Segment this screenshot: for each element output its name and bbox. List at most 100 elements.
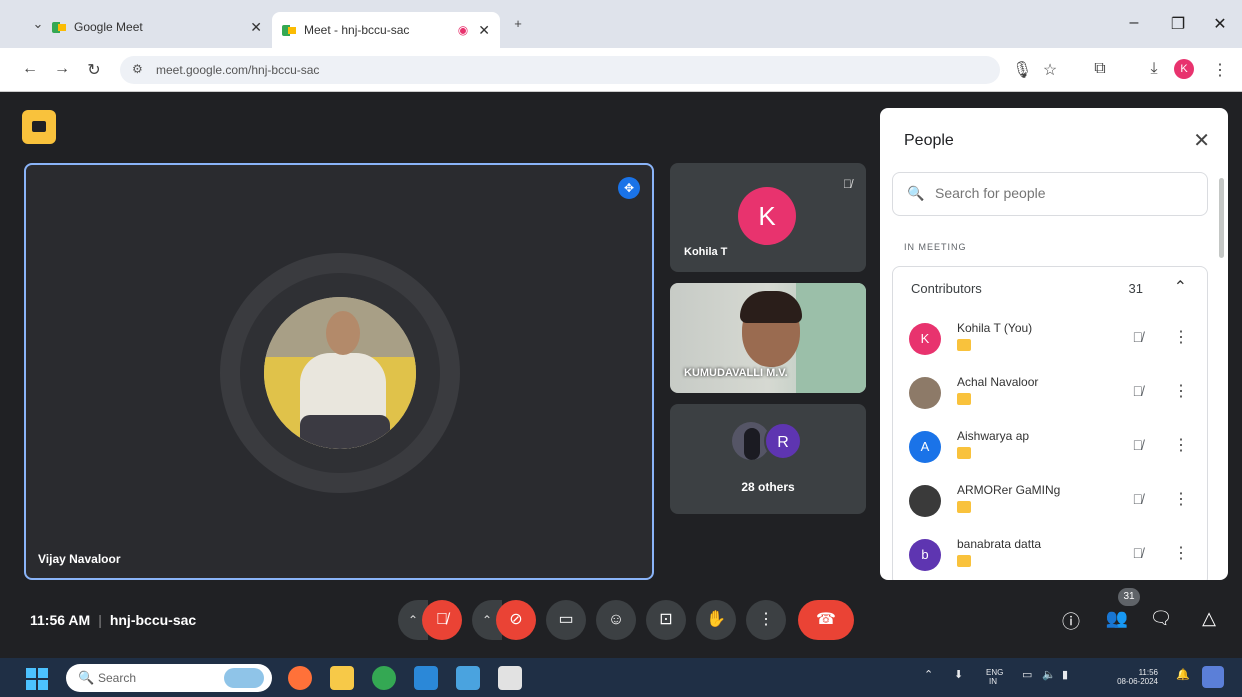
mic-off-icon[interactable]: 🎙̸ bbox=[1133, 329, 1144, 345]
mic-off-icon[interactable]: 🎙̸ bbox=[1133, 491, 1144, 507]
tab-meet-active[interactable]: Meet - hnj-bccu-sac ◉ ✕ bbox=[272, 12, 500, 48]
restore-icon[interactable]: ❐ bbox=[1168, 14, 1188, 34]
language-indicator[interactable]: ENG IN bbox=[986, 668, 1003, 686]
more-options-icon[interactable]: ⋮ bbox=[1173, 435, 1189, 455]
people-search[interactable]: 🔍 bbox=[892, 172, 1208, 216]
app-icon[interactable] bbox=[414, 666, 438, 690]
forward-icon[interactable]: → bbox=[52, 60, 72, 78]
photos-icon[interactable] bbox=[456, 666, 480, 690]
more-options-icon[interactable]: ⋮ bbox=[1173, 543, 1189, 563]
participant-name: ARMORer GaMINg bbox=[957, 483, 1061, 497]
meet-badge-icon bbox=[957, 555, 971, 567]
search-icon: 🔍 bbox=[907, 185, 925, 201]
back-icon[interactable]: ← bbox=[20, 60, 40, 78]
participant-video: KUMUDAVALLI M.V. bbox=[670, 283, 866, 393]
tab-google-meet[interactable]: Google Meet ✕ bbox=[52, 12, 262, 42]
mic-off-icon[interactable]: 🎙̸ bbox=[1133, 545, 1144, 561]
close-tab-icon[interactable]: ✕ bbox=[250, 19, 262, 36]
tab-title: Meet - hnj-bccu-sac bbox=[304, 23, 410, 37]
present-button[interactable]: ⊡ bbox=[646, 600, 686, 640]
minimize-icon[interactable]: – bbox=[1124, 14, 1144, 32]
search-highlight-art bbox=[224, 668, 264, 688]
meet-badge-icon bbox=[957, 339, 971, 351]
participant-name: Achal Navaloor bbox=[957, 375, 1039, 389]
participant-name: banabrata datta bbox=[957, 537, 1042, 551]
meeting-info: 11:56 AM | hnj-bccu-sac bbox=[30, 612, 197, 628]
camera-toggle-button[interactable]: ⊘ bbox=[496, 600, 536, 640]
main-video-tile[interactable]: ✥ Vijay Navaloor bbox=[24, 163, 654, 580]
participant-count-badge: 31 bbox=[1118, 588, 1140, 606]
speaker-avatar-photo bbox=[264, 297, 416, 449]
bookmark-star-icon[interactable]: ☆ bbox=[1040, 60, 1060, 80]
chat-icon[interactable]: 🗨 bbox=[1148, 608, 1174, 629]
url-text: meet.google.com/hnj-bccu-sac bbox=[156, 63, 320, 77]
new-tab-icon[interactable]: + bbox=[508, 14, 528, 34]
file-explorer-icon[interactable] bbox=[330, 666, 354, 690]
volume-icon[interactable]: 🔈 bbox=[1042, 668, 1056, 681]
tab-search-icon[interactable]: ⌄ bbox=[28, 14, 48, 34]
info-icon[interactable]: ⓘ bbox=[1058, 608, 1084, 634]
section-label: IN MEETING bbox=[904, 242, 967, 252]
close-window-icon[interactable]: ✕ bbox=[1210, 14, 1230, 34]
download-icon[interactable]: ⤓ bbox=[1144, 60, 1164, 78]
close-icon[interactable]: ✕ bbox=[1193, 128, 1210, 153]
more-options-icon[interactable]: ⋮ bbox=[1173, 381, 1189, 401]
search-input[interactable] bbox=[935, 185, 1185, 201]
meeting-code: hnj-bccu-sac bbox=[109, 612, 197, 628]
site-info-icon[interactable]: ⚙ bbox=[132, 62, 143, 76]
more-options-icon[interactable]: ⋮ bbox=[1173, 489, 1189, 509]
reload-icon[interactable]: ↻ bbox=[84, 60, 104, 80]
list-item[interactable]: Achal Navaloor 🎙̸ ⋮ bbox=[893, 365, 1209, 419]
windows-taskbar: 🔍 Search ⌃ ⬇ ENG IN ▭ 🔈 ▮ 11:56 08-06-20… bbox=[0, 658, 1242, 697]
firefox-icon[interactable] bbox=[288, 666, 312, 690]
panel-scrollbar[interactable] bbox=[1219, 178, 1224, 258]
participant-tile-kohila[interactable]: K 🎙̸ Kohila T bbox=[670, 163, 866, 272]
tray-app-icon[interactable]: ⬇ bbox=[954, 668, 963, 681]
more-options-button[interactable]: ⋮ bbox=[746, 600, 786, 640]
extensions-icon[interactable]: ⧉ bbox=[1090, 60, 1110, 78]
chrome-icon[interactable] bbox=[372, 666, 396, 690]
address-bar: ← → ↻ ⚙ meet.google.com/hnj-bccu-sac 🎙 ☆… bbox=[0, 48, 1242, 92]
mic-icon[interactable]: 🎙 bbox=[1012, 60, 1032, 80]
battery-icon[interactable]: ▮ bbox=[1062, 668, 1068, 681]
notification-bell-icon[interactable]: 🔔 bbox=[1176, 668, 1190, 681]
recording-icon: ◉ bbox=[457, 23, 469, 37]
participant-tile-kumudavalli[interactable]: KUMUDAVALLI M.V. bbox=[670, 283, 866, 393]
speaker-ring bbox=[220, 253, 460, 493]
taskbar-search[interactable]: 🔍 Search bbox=[66, 664, 272, 692]
mic-toggle-button[interactable]: 🎙̸ bbox=[422, 600, 462, 640]
leave-call-button[interactable]: ☎ bbox=[798, 600, 854, 640]
copilot-icon[interactable] bbox=[1202, 666, 1224, 688]
browser-menu-icon[interactable]: ⋮ bbox=[1210, 60, 1230, 80]
close-tab-icon[interactable]: ✕ bbox=[478, 22, 490, 39]
pin-icon[interactable]: ✥ bbox=[618, 177, 640, 199]
more-options-icon[interactable]: ⋮ bbox=[1173, 327, 1189, 347]
list-item[interactable]: ARMORer GaMINg 🎙̸ ⋮ bbox=[893, 473, 1209, 527]
activities-icon[interactable]: △ bbox=[1196, 608, 1222, 629]
mic-off-icon[interactable]: 🎙̸ bbox=[1133, 383, 1144, 399]
list-item[interactable]: A Aishwarya ap 🎙̸ ⋮ bbox=[893, 419, 1209, 473]
windows-start-icon[interactable] bbox=[26, 668, 48, 690]
url-field[interactable]: ⚙ meet.google.com/hnj-bccu-sac bbox=[120, 56, 1000, 84]
tray-chevron-icon[interactable]: ⌃ bbox=[924, 668, 933, 681]
mic-off-icon: 🎙̸ bbox=[843, 177, 852, 191]
meeting-time: 11:56 AM bbox=[30, 612, 91, 628]
group-count: 31 bbox=[1128, 281, 1143, 296]
clock[interactable]: 11:56 08-06-2024 bbox=[1104, 668, 1158, 686]
avatar: K bbox=[738, 187, 796, 245]
profile-avatar[interactable]: K bbox=[1174, 59, 1194, 79]
meet-area: ✥ Vijay Navaloor K 🎙̸ Kohila T KUMUDAVAL… bbox=[0, 92, 1242, 658]
search-icon: 🔍 bbox=[78, 670, 95, 685]
people-icon[interactable]: 👥 bbox=[1104, 608, 1130, 629]
list-item[interactable]: K Kohila T (You) 🎙̸ ⋮ bbox=[893, 311, 1209, 365]
avatar bbox=[909, 485, 941, 517]
reactions-button[interactable]: ☺ bbox=[596, 600, 636, 640]
chevron-up-icon[interactable]: ⌃ bbox=[1174, 277, 1187, 297]
list-item[interactable]: b banabrata datta 🎙̸ ⋮ bbox=[893, 527, 1209, 580]
others-tile[interactable]: R 28 others bbox=[670, 404, 866, 514]
mic-off-icon[interactable]: 🎙̸ bbox=[1133, 437, 1144, 453]
app-icon[interactable] bbox=[498, 666, 522, 690]
network-icon[interactable]: ▭ bbox=[1022, 668, 1032, 681]
raise-hand-button[interactable]: ✋ bbox=[696, 600, 736, 640]
captions-button[interactable]: ▭ bbox=[546, 600, 586, 640]
